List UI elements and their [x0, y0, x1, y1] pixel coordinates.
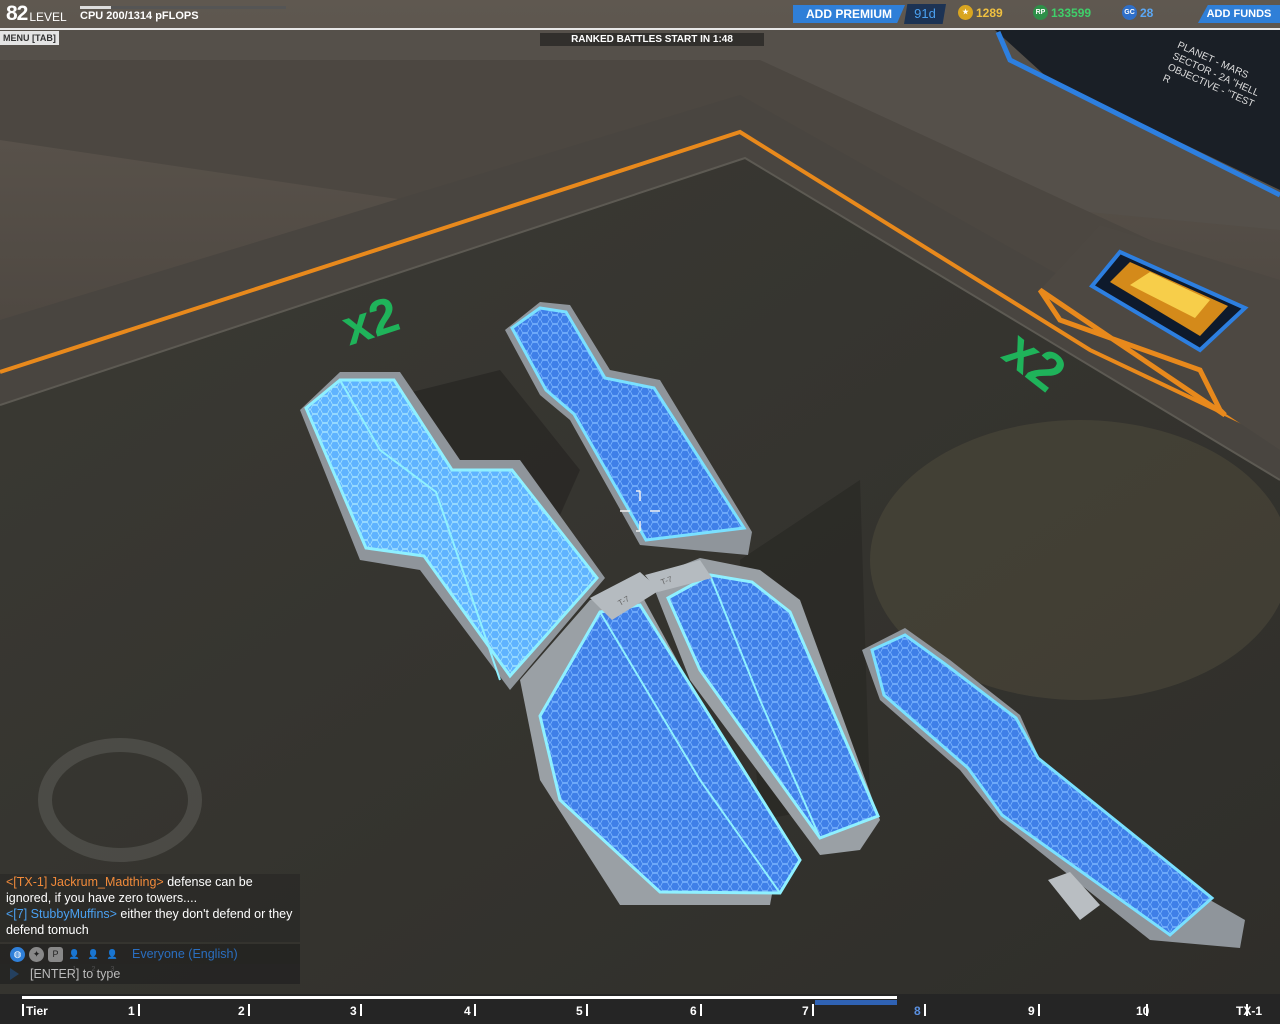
top-hud: 82 LEVEL CPU 200/1314 pFLOPS ADD PREMIUM…	[0, 0, 1280, 28]
tier-tick	[360, 1004, 362, 1016]
ranked-countdown: RANKED BATTLES START IN 1:48	[540, 33, 764, 46]
tier-tick	[22, 1004, 24, 1016]
user-icon[interactable]: 👤1	[67, 947, 82, 973]
level-label: LEVEL	[29, 10, 67, 24]
cpu-progress-bar	[80, 6, 286, 9]
tier-tick	[248, 1004, 250, 1016]
robits-value: 133599	[1051, 5, 1092, 20]
tier-label[interactable]: 2	[238, 1004, 245, 1018]
tier-tick	[700, 1004, 702, 1016]
chat-channel-label[interactable]: Everyone (English)	[132, 947, 238, 961]
menu-tab-button[interactable]: MENU [TAB]	[0, 31, 59, 45]
tier-tick	[924, 1004, 926, 1016]
tier-label[interactable]: 1	[128, 1004, 135, 1018]
party-icon[interactable]: P	[48, 946, 63, 962]
galaxy-coins-value: 28	[1140, 5, 1154, 20]
tier-tick	[586, 1004, 588, 1016]
tier-label[interactable]: 5	[576, 1004, 583, 1018]
tier-label[interactable]: TX-1	[1236, 1004, 1262, 1018]
chat-input[interactable]: [ENTER] to type	[0, 964, 300, 984]
galaxy-coins: GC 28	[1122, 5, 1153, 20]
cpu-progress-fill	[80, 6, 112, 9]
tier-label[interactable]: 4	[464, 1004, 471, 1018]
robits-icon: RP	[1033, 5, 1048, 20]
star-icon: ★	[958, 5, 973, 20]
user-icon[interactable]: 👤3	[105, 947, 120, 973]
chat-message: <[7] StubbyMuffins> either they don't de…	[6, 906, 294, 938]
tier-label[interactable]: 3	[350, 1004, 357, 1018]
chat-sender: <[TX-1] Jackrum_Madthing>	[6, 875, 164, 889]
crosshair-icon	[620, 490, 660, 532]
tier-label[interactable]: 6	[690, 1004, 697, 1018]
level-number: 82	[6, 2, 28, 25]
tier-tick	[138, 1004, 140, 1016]
add-premium-button[interactable]: ADD PREMIUM	[793, 5, 905, 23]
chat-channel-bar: ◍ ✦ P 👤1 👤2 👤3 Everyone (English)	[0, 944, 300, 973]
tier-label[interactable]: 8	[914, 1004, 921, 1018]
clan-icon[interactable]: ✦	[29, 946, 44, 962]
globe-icon[interactable]: ◍	[10, 946, 25, 962]
tier-label[interactable]: 9	[1028, 1004, 1035, 1018]
cpu-readout: CPU 200/1314 pFLOPS	[80, 10, 199, 22]
chat-message: <[TX-1] Jackrum_Madthing> defense can be…	[6, 874, 294, 906]
robits: RP 133599	[1033, 5, 1091, 20]
premium-days-left: 91d	[904, 4, 946, 24]
tier-progress	[22, 996, 897, 999]
chat-log: <[TX-1] Jackrum_Madthing> defense can be…	[0, 874, 300, 942]
tier-label[interactable]: 7	[802, 1004, 809, 1018]
tier-label[interactable]: 10	[1136, 1004, 1149, 1018]
tier-tick	[812, 1004, 814, 1016]
chat-sender: <[7] StubbyMuffins>	[6, 907, 117, 921]
add-funds-button[interactable]: ADD FUNDS	[1198, 5, 1280, 23]
user-icon[interactable]: 👤2	[86, 947, 101, 973]
hud-divider	[0, 28, 1280, 30]
tech-points: ★ 1289	[958, 5, 1003, 20]
galaxy-coin-icon: GC	[1122, 5, 1137, 20]
player-level: 82 LEVEL	[6, 3, 67, 24]
tier-tick	[474, 1004, 476, 1016]
tier-current-highlight	[815, 1000, 897, 1005]
tier-label[interactable]: Tier	[26, 1004, 48, 1018]
tech-points-value: 1289	[976, 5, 1003, 20]
tier-tick	[1038, 1004, 1040, 1016]
